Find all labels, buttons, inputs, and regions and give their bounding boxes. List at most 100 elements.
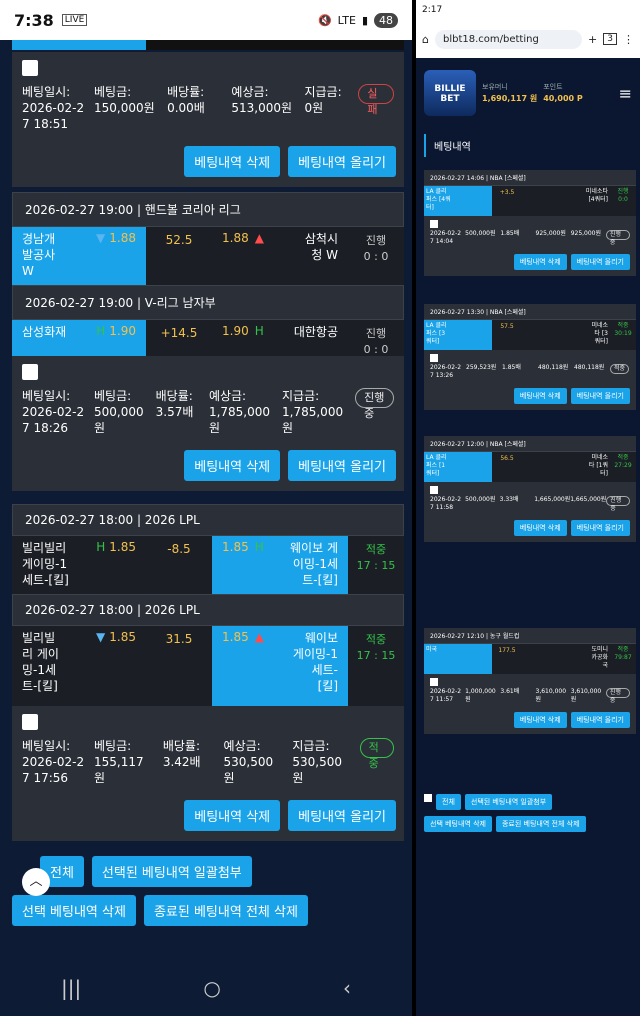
away-team: 웨이보 게 이밍-1세 트-[킬] [290,541,338,587]
game-row: 경남개 발공사 W ▼ 1.88 52.5 1.88 ▲ 삼척시 청 W 진행 0 : … [12,227,404,285]
up-arrow-icon: ▲ [254,231,264,245]
attach-selected-button[interactable]: 선택된 베팅내역 일괄첨부 [91,856,252,887]
game-header: 2026-02-27 12:00 | NBA [스페셜] [424,436,636,452]
label-bet-time: 베팅일시: [22,85,71,99]
bet-amount: 500,000원 [94,405,144,435]
partial-game-row [12,40,404,50]
handicap: +14.5 [146,320,212,356]
url-field[interactable]: blbt18.com/betting [434,29,583,49]
post-bet-button[interactable]: 베팅내역 올리기 [288,450,396,481]
bet-checkbox[interactable] [22,60,38,76]
delete-bet-button[interactable]: 베팅내역 삭제 [513,712,567,728]
home-team: 빌리빌리 게이밍-1 세트-[킬] [22,541,69,587]
home-team-cell[interactable]: LA 클리 퍼스 [3 쿼터] [424,320,492,350]
delete-bet-button[interactable]: 베팅내역 삭제 [184,450,281,481]
delete-bet-button[interactable]: 베팅내역 삭제 [184,146,281,177]
handicap: 57.5 [492,320,522,350]
new-tab-icon[interactable]: + [588,33,597,46]
bet-checkbox[interactable] [430,354,438,362]
delete-bet-button[interactable]: 베팅내역 삭제 [513,388,567,404]
recents-icon[interactable]: ||| [61,976,81,1000]
delete-finished-button[interactable]: 종료된 베팅내역 전체 삭제 [143,895,308,926]
home-team-cell[interactable]: 빌리빌 리 게이 밍-1세 트-[킬] ▼ 1.85 [12,626,146,706]
bet-checkbox[interactable] [22,714,38,730]
handicap: 56.5 [492,452,522,482]
tab-count[interactable]: 3 [603,33,617,45]
home-team-cell[interactable]: LA 클리 퍼스 [4쿼 터] [424,186,492,216]
mute-icon: 🔇 [317,13,332,27]
home-team-cell[interactable]: 미국 [424,644,492,674]
game-row: 미국 177.5 도미니 카공화 국 적중 79:87 [424,644,636,674]
home-icon[interactable]: ○ [203,976,220,1000]
status-time: 2:17 [422,5,443,15]
away-team: 대한항공 [293,325,338,339]
bet-checkbox[interactable] [22,364,38,380]
browser-toolbar: ⌂ blbt18.com/betting + 3 ⋮ [416,20,640,58]
away-team: 웨이보 게이밍-1 세트- [킬] [292,631,338,693]
game-row: 삼성화재 H 1.90 +14.5 1.90 H 대한항공 진행 0 : 0 [12,320,404,356]
live-icon: LIVE [61,14,88,26]
post-bet-button[interactable]: 베팅내역 올리기 [288,146,396,177]
status-badge: 실패 [358,84,395,116]
bet-info: 2026-02-2 7 11:58 500,000원 3.33배 1,665,000원… [424,482,636,516]
home-team-cell[interactable]: 빌리빌리 게이밍-1 세트-[킬] H 1.85 [12,536,146,594]
delete-selected-button[interactable]: 선택 베팅내역 삭제 [12,895,136,926]
bet-info-value: 3,610,000 원 [570,688,602,703]
home-odds: 1.90 [109,324,136,338]
game-header: 2026-02-27 12:10 | 농구 월드컵 [424,628,636,644]
select-all-button[interactable]: 전체 [436,794,461,810]
network-label: LTE [337,13,356,27]
bet-info: 베팅일시: 2026-02-2 7 18:51 베팅금: 150,000원 배당률:… [12,52,404,140]
home-team-cell[interactable]: 삼성화재 H 1.90 [12,320,146,356]
away-team-cell[interactable]: 1.90 H 대한항공 [212,320,348,356]
delete-finished-button[interactable]: 종료된 베팅내역 전체 삭제 [495,816,586,832]
scroll-top-button[interactable]: ︿ [22,868,50,896]
home-icon[interactable]: ⌂ [422,33,429,46]
attach-selected-button[interactable]: 선택된 베팅내역 일괄첨부 [464,794,553,810]
home-odds: 1.85 [109,540,136,554]
game-row: 빌리빌 리 게이 밍-1세 트-[킬] ▼ 1.85 31.5 1.85 ▲ 웨이보 게… [12,626,404,706]
away-team-cell[interactable]: 미네소타 [4쿼터] [522,186,610,216]
site-logo[interactable]: BILLIE BET [424,70,476,116]
handicap: +3.5 [492,186,522,216]
left-phone-screen: 7:38 LIVE 🔇 LTE ▮ 48 베팅일시: 2026-02-2 7 18… [0,0,412,1016]
delete-bet-button[interactable]: 베팅내역 삭제 [184,800,281,831]
delete-selected-button[interactable]: 선택 베팅내역 삭제 [424,816,492,832]
status-bar: 2:17 [416,0,640,20]
home-team-cell[interactable]: 경남개 발공사 W ▼ 1.88 [12,227,146,285]
post-bet-button[interactable]: 베팅내역 올리기 [570,254,630,270]
away-team-cell[interactable]: 미네소 타 [3 쿼터] [522,320,610,350]
bet-checkbox[interactable] [430,486,438,494]
away-team-cell[interactable]: 1.85 ▲ 웨이보 게이밍-1 세트- [킬] [212,626,348,706]
post-bet-button[interactable]: 베팅내역 올리기 [288,800,396,831]
game-status: 진행 0:0 [610,186,636,216]
back-icon[interactable]: ‹ [343,976,351,1000]
game-header: 2026-02-27 14:06 | NBA [스페셜] [424,170,636,186]
away-team-cell[interactable]: 1.85 H 웨이보 게 이밍-1세 트-[킬] [212,536,348,594]
game-status: 진행 0 : 0 [348,227,404,285]
bet-checkbox[interactable] [430,678,438,686]
post-bet-button[interactable]: 베팅내역 올리기 [570,712,630,728]
away-team-cell[interactable]: 1.88 ▲ 삼척시 청 W [212,227,348,285]
away-odds: 1.88 [222,231,249,245]
post-bet-button[interactable]: 베팅내역 올리기 [570,520,630,536]
status-badge: 진행중 [355,388,394,420]
bet-expected: 513,000원 [231,101,293,115]
delete-bet-button[interactable]: 베팅내역 삭제 [513,254,567,270]
game-status: 적중 17 : 15 [348,626,404,706]
menu-icon[interactable]: ⋮ [623,33,634,46]
away-team-cell[interactable]: 도미니 카공화 국 [522,644,610,674]
delete-bet-button[interactable]: 베팅내역 삭제 [513,520,567,536]
home-team-cell[interactable]: LA 클리 퍼스 [1 쿼터] [424,452,492,482]
bulk-actions: 전체 선택된 베팅내역 일괄첨부 선택 베팅내역 삭제 종료된 베팅내역 전체 … [12,856,404,934]
game-header: 2026-02-27 18:00 | 2026 LPL [12,504,404,536]
home-team: 빌리빌 리 게이 밍-1세 트-[킬] [22,631,59,693]
bet-card: 2026-02-27 18:00 | 2026 LPL 빌리빌리 게이밍-1 세… [12,504,404,841]
bet-info-value: 1,665,000원 [570,496,607,503]
select-all-checkbox[interactable] [424,794,432,802]
bet-checkbox[interactable] [430,220,438,228]
bet-info-value: 3.61배 [500,688,520,695]
hamburger-icon[interactable]: ≡ [619,84,632,103]
post-bet-button[interactable]: 베팅내역 올리기 [570,388,630,404]
away-team-cell[interactable]: 미네소 타 [1쿼 터] [522,452,610,482]
